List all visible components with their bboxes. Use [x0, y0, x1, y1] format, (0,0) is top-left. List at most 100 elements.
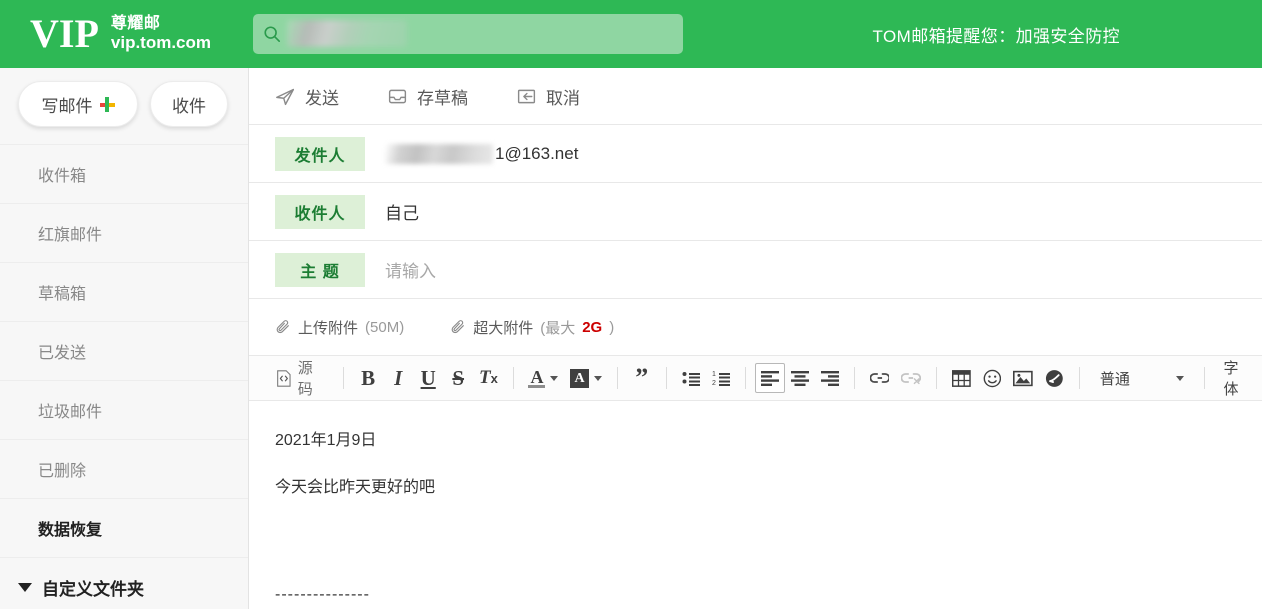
emoji-icon [983, 369, 1001, 387]
numbered-list-icon: 1 2 [712, 371, 730, 386]
font-family-label: 字体 [1223, 360, 1239, 398]
send-label: 发送 [305, 88, 339, 108]
attachment-bar: 上传附件 (50M) 超大附件 (最大 2G ) [249, 299, 1262, 356]
link-icon [869, 373, 890, 383]
source-code-button[interactable]: 源码 [269, 360, 334, 398]
subject-input[interactable]: 请输入 [385, 257, 436, 282]
strikethrough-label: S [452, 365, 465, 390]
large-attachment-limit: 2G [582, 318, 603, 336]
signature-divider: --------------- [275, 585, 370, 603]
mail-app: VIP 尊耀邮 vip.tom.com TOM邮箱提醒您：加强安全防控 写邮件 [0, 0, 1262, 609]
sidebar-item-label: 已删除 [38, 463, 87, 480]
unlink-button[interactable] [895, 363, 927, 393]
align-right-button[interactable] [815, 363, 845, 393]
chevron-down-icon [550, 375, 559, 381]
text-color-label: A [530, 366, 544, 387]
source-code-icon [277, 369, 291, 387]
text-color-button[interactable]: A [523, 363, 565, 393]
align-center-icon [790, 370, 809, 386]
numbered-list-button[interactable]: 1 2 [706, 363, 736, 393]
recipient-value[interactable]: 自己 [385, 199, 419, 224]
emoji-button[interactable] [977, 363, 1008, 393]
folder-list: 收件箱 红旗邮件 草稿箱 已发送 垃圾邮件 已删除 数据恢复 自定义文件夹 [0, 144, 248, 609]
search-box[interactable] [253, 14, 683, 54]
sidebar-item-flagged[interactable]: 红旗邮件 [0, 203, 248, 262]
signature-button[interactable] [1039, 363, 1070, 393]
large-attachment-button[interactable]: 超大附件 (最大 2G ) [450, 317, 614, 338]
paperclip-icon [276, 320, 289, 334]
paragraph-style-value: 普通 [1099, 370, 1130, 388]
sidebar-item-label: 垃圾邮件 [38, 404, 103, 421]
link-button[interactable] [864, 363, 896, 393]
background-color-label: A [570, 368, 589, 388]
sidebar-item-sent[interactable]: 已发送 [0, 321, 248, 380]
background-color-button[interactable]: A [564, 363, 608, 393]
cancel-button[interactable]: 取消 [516, 84, 580, 109]
chevron-down-icon [1176, 375, 1185, 381]
save-draft-icon [388, 89, 407, 103]
sidebar-item-label: 自定义文件夹 [42, 579, 144, 599]
sidebar-item-deleted[interactable]: 已删除 [0, 439, 248, 498]
save-draft-button[interactable]: 存草稿 [387, 84, 468, 109]
toolbar-divider [616, 367, 618, 389]
bold-label: B [361, 365, 376, 390]
bullet-list-icon [682, 372, 700, 386]
message-body-blank-line [275, 523, 1262, 561]
bullet-list-button[interactable] [676, 363, 706, 393]
strikethrough-button[interactable]: S [443, 363, 473, 393]
blockquote-button[interactable]: ” [627, 363, 657, 393]
save-draft-label: 存草稿 [417, 88, 468, 108]
svg-text:1: 1 [712, 371, 716, 378]
search-input-redacted-value[interactable] [287, 20, 407, 47]
underline-button[interactable]: U [413, 363, 443, 393]
sidebar-item-custom-folders[interactable]: 自定义文件夹 [0, 557, 248, 609]
italic-label: I [394, 365, 403, 390]
table-icon [952, 369, 971, 387]
sender-label: 发件人 [275, 136, 365, 171]
message-body-line-date: 2021年1月9日 [275, 432, 377, 449]
remove-format-label: T [479, 367, 491, 388]
signature-icon [1046, 369, 1063, 387]
compose-mail-button[interactable]: 写邮件 [18, 81, 138, 127]
toolbar-divider [665, 367, 667, 389]
sender-redacted-part [385, 143, 493, 164]
paragraph-style-select[interactable]: 普通 [1089, 363, 1196, 393]
receive-mail-button[interactable]: 收件 [150, 81, 228, 127]
toolbar-divider [936, 367, 938, 389]
remove-format-sub: x [490, 370, 498, 386]
sidebar-item-spam[interactable]: 垃圾邮件 [0, 380, 248, 439]
field-row-sender: 发件人 1@163.net [249, 125, 1262, 183]
compose-mail-label: 写邮件 [41, 96, 93, 116]
font-family-button[interactable]: 字体 [1214, 360, 1262, 398]
toolbar-divider [1204, 367, 1206, 389]
sidebar-item-label: 数据恢复 [38, 522, 103, 539]
brand-chinese-name: 尊耀邮 [110, 15, 161, 33]
sender-value[interactable]: 1@163.net [385, 143, 578, 164]
cancel-icon [517, 89, 536, 103]
subject-label: 主 题 [275, 252, 365, 287]
align-center-button[interactable] [785, 363, 815, 393]
toolbar-divider [744, 367, 746, 389]
security-notice: TOM邮箱提醒您：加强安全防控 [872, 26, 1120, 46]
remove-format-button[interactable]: Tx [473, 363, 504, 393]
large-attachment-prefix: (最大 [540, 319, 576, 337]
sidebar: 写邮件 收件 收件箱 红旗邮件 草稿箱 已发送 垃圾邮件 已删除 数据恢复 自定… [0, 68, 249, 609]
message-body-editor[interactable]: 2021年1月9日 今天会比昨天更好的吧 --------------- [249, 401, 1262, 609]
send-icon [276, 88, 295, 105]
italic-button[interactable]: I [383, 363, 413, 393]
upload-attachment-button[interactable]: 上传附件 (50M) [275, 317, 404, 338]
underline-label: U [420, 365, 436, 390]
sidebar-item-label: 收件箱 [38, 168, 87, 185]
bold-button[interactable]: B [353, 363, 383, 393]
send-button[interactable]: 发送 [275, 84, 339, 109]
toolbar-divider [343, 367, 345, 389]
sidebar-item-inbox[interactable]: 收件箱 [0, 144, 248, 203]
sidebar-item-drafts[interactable]: 草稿箱 [0, 262, 248, 321]
align-right-icon [820, 370, 839, 386]
sidebar-item-data-recovery[interactable]: 数据恢复 [0, 498, 248, 557]
align-left-button[interactable] [754, 363, 785, 393]
insert-image-button[interactable] [1007, 363, 1039, 393]
app-header: VIP 尊耀邮 vip.tom.com TOM邮箱提醒您：加强安全防控 [0, 0, 1262, 68]
table-button[interactable] [946, 363, 977, 393]
brand-domain: vip.tom.com [110, 33, 212, 53]
